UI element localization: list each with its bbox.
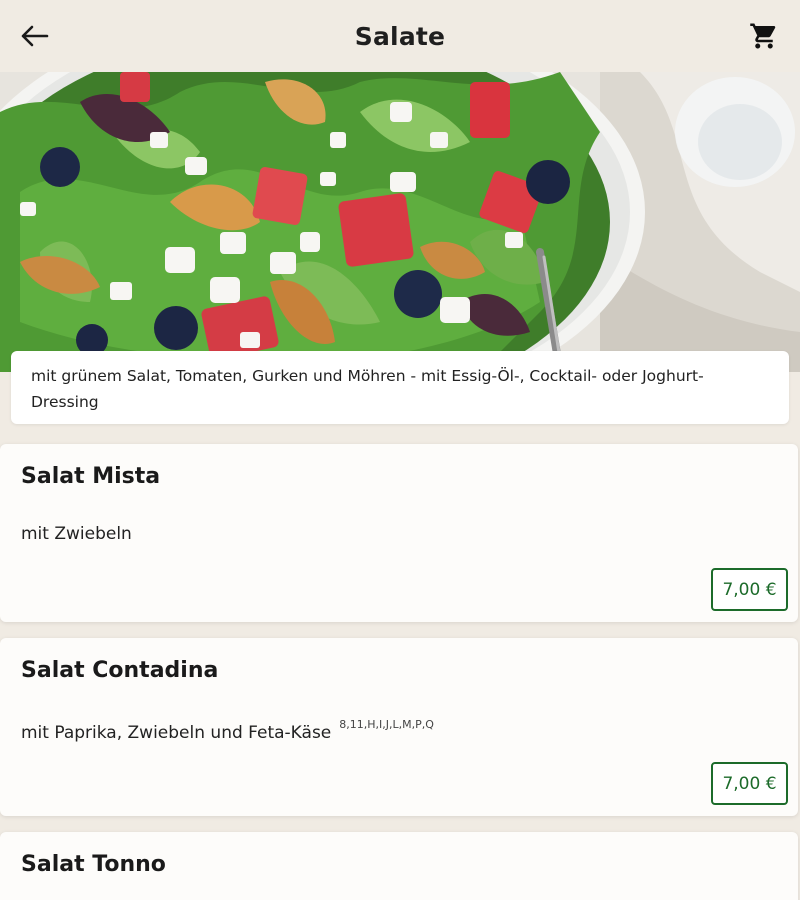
price-button[interactable]: 7,00 € (711, 568, 788, 611)
salad-photo (0, 72, 800, 372)
item-description: mit Paprika, Zwiebeln und Feta-Käse 8,11,… (21, 718, 434, 743)
shopping-cart-icon (750, 23, 776, 49)
category-hero-image (0, 72, 800, 372)
menu-item-card[interactable]: Salat Contadina mit Paprika, Zwiebeln un… (0, 638, 798, 816)
menu-item-card[interactable]: Salat Mista mit Zwiebeln 7,00 € (0, 444, 798, 622)
item-description-text: mit Zwiebeln (21, 524, 132, 544)
menu-item-card[interactable]: Salat Tonno (0, 832, 798, 900)
category-description-card: mit grünem Salat, Tomaten, Gurken und Mö… (11, 351, 789, 424)
page-title: Salate (354, 21, 446, 51)
item-description: mit Zwiebeln (21, 524, 132, 544)
cart-button[interactable] (744, 16, 784, 56)
item-name: Salat Contadina (21, 658, 219, 683)
allergen-codes: 8,11,H,I,J,L,M,P,Q (339, 718, 434, 731)
price-button[interactable]: 7,00 € (711, 762, 788, 805)
item-description-text: mit Paprika, Zwiebeln und Feta-Käse (21, 723, 332, 743)
category-description: mit grünem Salat, Tomaten, Gurken und Mö… (31, 367, 704, 411)
top-bar: Salate (0, 0, 800, 72)
back-button[interactable] (14, 18, 54, 54)
item-name: Salat Tonno (21, 852, 166, 877)
arrow-left-icon (21, 25, 49, 47)
item-name: Salat Mista (21, 464, 161, 489)
